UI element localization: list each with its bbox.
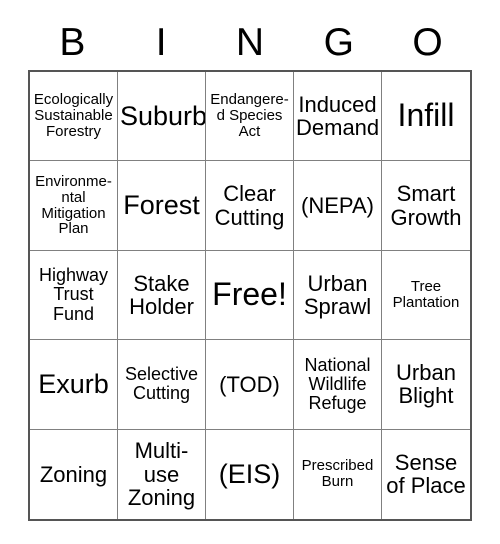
bingo-cell-label: Tree Plantation (392, 278, 460, 311)
bingo-cell-label: Environme-ntal Mitigation Plan (35, 172, 112, 238)
bingo-cell-label: National Wildlife Refuge (304, 354, 371, 413)
bingo-header-letter-n: N (235, 20, 265, 64)
bingo-cell[interactable]: Smart Growth (382, 161, 470, 251)
bingo-cell-label: (EIS) (218, 458, 281, 489)
bingo-cell-label: Induced Demand (296, 91, 380, 141)
bingo-cell[interactable]: Urban Sprawl (294, 250, 382, 341)
bingo-cell-label: Suburb (120, 100, 206, 131)
bingo-cell-label: Prescribed Burn (301, 457, 374, 491)
bingo-cell[interactable]: Forest (118, 161, 206, 251)
bingo-cell[interactable]: Urban Blight (382, 340, 470, 430)
bingo-cell-label: Endangere-d Species Act (210, 91, 289, 141)
bingo-cell[interactable]: Suburb (118, 72, 206, 162)
bingo-cell-label: Selective Cutting (124, 364, 199, 404)
bingo-cell[interactable]: (EIS) (206, 429, 294, 519)
bingo-cell[interactable]: Highway Trust Fund (30, 250, 118, 341)
bingo-cell[interactable]: Environme-ntal Mitigation Plan (30, 161, 118, 251)
bingo-grid: Ecologically Sustainable Forestry Suburb E… (28, 70, 472, 521)
bingo-cell-label: (TOD) (219, 371, 280, 397)
bingo-cell-label: Smart Growth (390, 181, 462, 230)
bingo-cell-label: Urban Sprawl (303, 270, 372, 319)
bingo-cell[interactable]: Endangere-d Species Act (206, 72, 294, 162)
bingo-card: B I N G O Ecologically Sustainable Fores… (28, 14, 472, 521)
bingo-cell[interactable]: Exurb (30, 340, 118, 430)
bingo-header-letter-o: O (412, 20, 443, 64)
bingo-cell-label: Forest (123, 190, 200, 221)
bingo-header-letter-b: B (59, 20, 86, 64)
bingo-cell-label: Urban Blight (396, 360, 456, 409)
bingo-header-row: B I N G O (28, 14, 472, 70)
bingo-cell[interactable]: National Wildlife Refuge (294, 340, 382, 430)
bingo-cell[interactable]: Selective Cutting (118, 340, 206, 430)
bingo-free-cell[interactable]: Free! (206, 250, 294, 341)
bingo-cell-label: Exurb (38, 369, 109, 400)
bingo-cell-label: Multi-use Zoning (127, 438, 196, 510)
bingo-cell[interactable]: (TOD) (206, 340, 294, 430)
bingo-cell[interactable]: Infill (382, 72, 470, 162)
bingo-cell-label: Ecologically Sustainable Forestry (33, 91, 114, 141)
bingo-cell-label: Clear Cutting (214, 181, 285, 230)
bingo-cell[interactable]: Ecologically Sustainable Forestry (30, 72, 118, 162)
bingo-cell-label: Infill (397, 97, 455, 134)
bingo-cell[interactable]: Zoning (30, 429, 118, 519)
bingo-cell[interactable]: Tree Plantation (382, 251, 470, 341)
bingo-cell-label: Zoning (39, 461, 108, 487)
bingo-cell-label: Stake Holder (129, 270, 194, 319)
bingo-cell[interactable]: Prescribed Burn (294, 429, 382, 519)
bingo-cell[interactable]: Induced Demand (294, 72, 382, 162)
bingo-cell-label: (NEPA) (301, 192, 374, 218)
bingo-cell-label: Highway Trust Fund (38, 265, 109, 324)
bingo-header-letter-g: G (323, 20, 354, 64)
bingo-cell-label: Sense of Place (386, 449, 466, 499)
bingo-cell[interactable]: Stake Holder (118, 250, 206, 341)
bingo-cell[interactable]: (NEPA) (294, 161, 382, 251)
bingo-cell[interactable]: Sense of Place (382, 430, 470, 519)
bingo-cell[interactable]: Clear Cutting (206, 161, 294, 251)
bingo-cell[interactable]: Multi-use Zoning (118, 429, 206, 519)
bingo-header-letter-i: I (155, 20, 167, 64)
bingo-cell-label: Free! (212, 276, 287, 313)
